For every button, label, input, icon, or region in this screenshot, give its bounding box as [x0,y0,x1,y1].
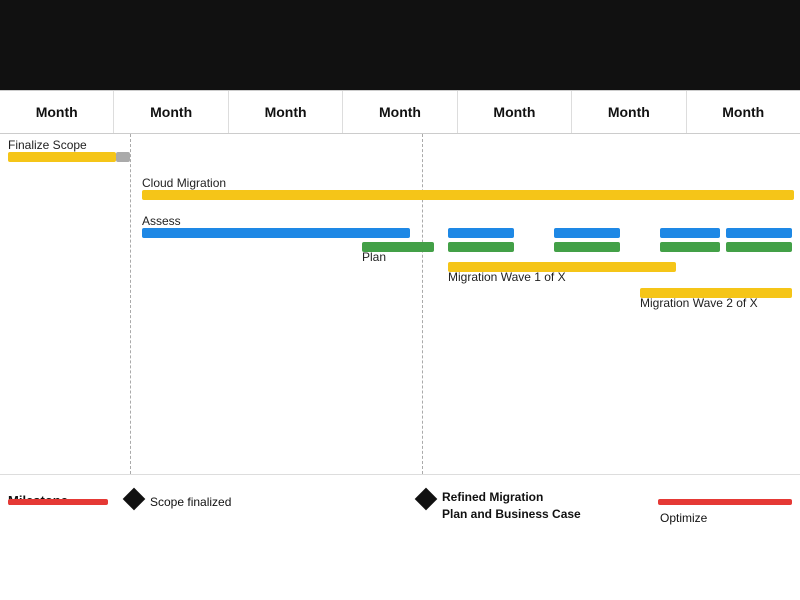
plan-label: Plan [362,250,386,264]
milestone-bar-left [8,499,108,505]
diamond-refined-migration [415,488,438,511]
gantt-area: Finalize Scope Cloud Migration Assess Pl… [0,134,800,474]
month-col-5: Month [458,91,572,133]
month-col-4: Month [343,91,457,133]
assess-bar-4 [660,228,720,238]
month-col-1: Month [0,91,114,133]
plan-bar-5 [726,242,792,252]
milestone-row: Milestone Scope finalized Refined Migrat… [0,474,800,534]
plan-bar-4 [660,242,720,252]
refined-migration-text: Refined MigrationPlan and Business Case [442,489,581,523]
assess-label: Assess [142,214,181,228]
top-bar [0,0,800,90]
migration-wave-1-label: Migration Wave 1 of X [448,270,566,284]
plan-bar-1 [362,242,434,252]
cloud-migration-bar [142,190,794,200]
dashed-line-1 [130,134,131,474]
plan-bar-2 [448,242,514,252]
assess-bar-2 [448,228,514,238]
scope-finalized-text: Scope finalized [150,495,231,509]
diamond-scope-finalized [123,488,146,511]
month-col-6: Month [572,91,686,133]
month-col-3: Month [229,91,343,133]
finalize-scope-label: Finalize Scope [8,138,87,152]
assess-bar-3 [554,228,620,238]
assess-bar-1 [142,228,410,238]
month-col-7: Month [687,91,800,133]
plan-bar-3 [554,242,620,252]
optimize-label: Optimize [660,511,707,525]
assess-bar-5 [726,228,792,238]
month-col-2: Month [114,91,228,133]
finalize-scope-bar-orange [8,152,116,162]
finalize-scope-bar-gray [116,152,130,162]
cloud-migration-label: Cloud Migration [142,176,226,190]
migration-wave-2-label: Migration Wave 2 of X [640,296,758,310]
migration-wave-1-bar [448,262,676,272]
milestone-bar-right [658,499,792,505]
dashed-line-2 [422,134,423,474]
months-header: Month Month Month Month Month Month Mont… [0,90,800,134]
migration-wave-2-bar [640,288,792,298]
